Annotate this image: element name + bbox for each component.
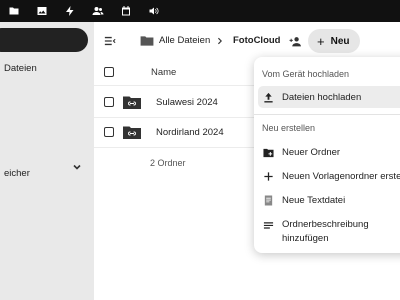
plus-icon: + [317,33,325,49]
menu-item-folder-description-line1: Ordnerbeschreibung [282,219,369,230]
menu-item-folder-description[interactable]: Ordnerbeschreibung hinzufügen [282,219,369,244]
row-checkbox[interactable] [104,97,114,107]
shared-folder-icon [123,95,141,109]
new-button-label: Neu [330,35,350,47]
sidebar-item-storage[interactable]: eicher [4,168,30,179]
sidebar-item-active[interactable] [0,28,88,52]
select-all-checkbox[interactable] [104,67,114,77]
sidebar-item-files[interactable]: Dateien [4,63,37,74]
sidebar: Dateien eicher [0,22,94,300]
breadcrumb-separator-icon [216,34,224,48]
app-top-bar [0,0,400,22]
activity-icon[interactable] [63,4,77,18]
row-checkbox[interactable] [104,127,114,137]
menu-section-create: Neu erstellen [262,123,316,133]
breadcrumb-root[interactable]: Alle Dateien [159,35,210,46]
chevron-down-icon[interactable] [72,162,82,172]
file-count-summary: 2 Ordner [150,158,186,168]
new-folder-icon [262,146,274,158]
menu-section-upload: Vom Gerät hochladen [262,69,350,79]
file-name[interactable]: Sulawesi 2024 [156,97,218,108]
root-folder-icon[interactable] [140,34,154,48]
menu-item-upload-files-label[interactable]: Dateien hochladen [282,92,361,103]
file-name[interactable]: Nordirland 2024 [156,127,224,138]
plus-icon [262,170,274,182]
audio-icon[interactable] [147,4,161,18]
shared-folder-icon [123,125,141,139]
upload-icon [262,91,274,103]
calendar-icon[interactable] [119,4,133,18]
breadcrumb-current[interactable]: FotoCloud [233,35,280,46]
menu-divider [254,114,400,115]
share-user-icon[interactable] [289,34,302,48]
menu-item-new-folder[interactable]: Neuer Ordner [282,147,340,158]
sidebar-toggle-icon[interactable] [104,34,116,48]
menu-item-new-template-folder[interactable]: Neuen Vorlagenordner erstellen [282,171,400,182]
menu-item-folder-description-line2: hinzufügen [282,233,329,244]
contacts-icon[interactable] [91,4,105,18]
new-button[interactable]: + Neu [308,29,360,53]
text-file-icon [262,194,274,206]
new-menu-dropdown: Vom Gerät hochladen Dateien hochladen Ne… [254,57,400,253]
column-header-name[interactable]: Name [151,67,176,78]
photos-icon[interactable] [35,4,49,18]
menu-item-new-text-file[interactable]: Neue Textdatei [282,195,345,206]
files-icon[interactable] [7,4,21,18]
description-icon [262,219,274,231]
